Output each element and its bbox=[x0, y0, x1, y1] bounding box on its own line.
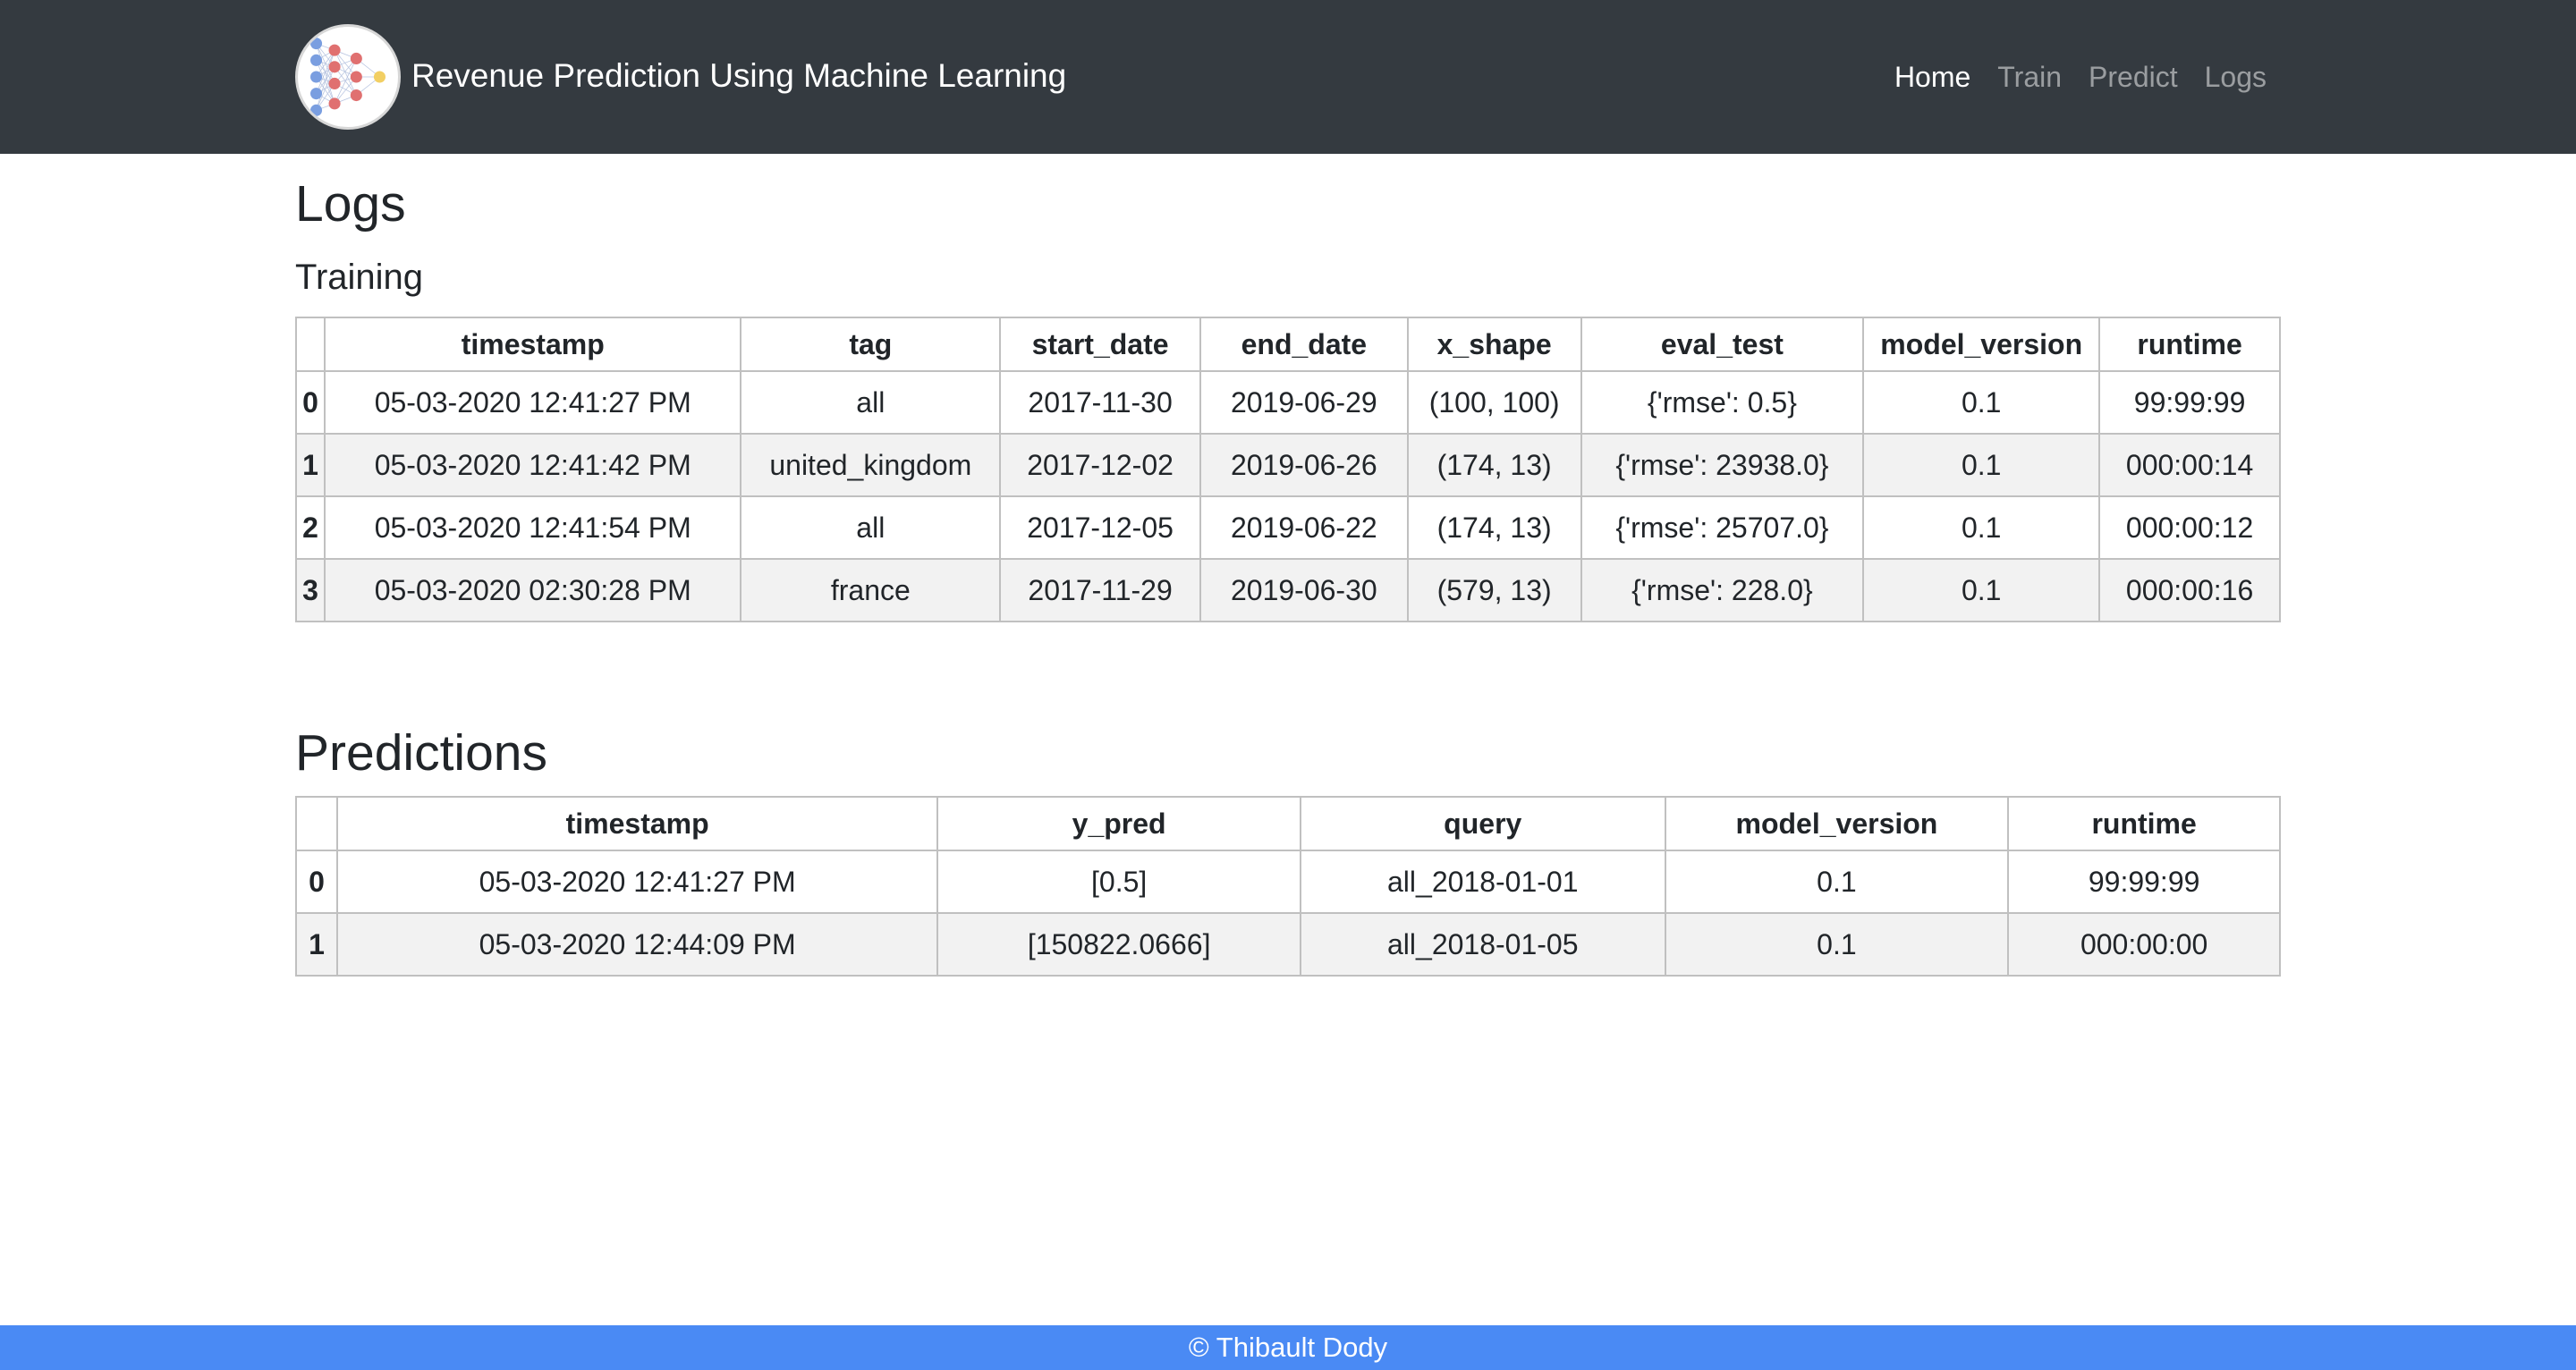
table-cell: 05-03-2020 12:41:27 PM bbox=[323, 370, 742, 435]
table-cell: 0.1 bbox=[1862, 433, 2101, 497]
table-cell: 2017-12-02 bbox=[999, 433, 1201, 497]
table-cell: 2019-06-22 bbox=[1199, 495, 1409, 560]
column-header: start_date bbox=[999, 317, 1201, 372]
table-cell: all_2018-01-05 bbox=[1299, 912, 1666, 977]
column-header: timestamp bbox=[335, 796, 939, 851]
navbar: Revenue Prediction Using Machine Learnin… bbox=[0, 0, 2576, 154]
table-cell: all bbox=[740, 370, 1002, 435]
column-header: runtime bbox=[2098, 317, 2281, 372]
table-cell: {'rmse': 23938.0} bbox=[1580, 433, 1865, 497]
table-cell: {'rmse': 0.5} bbox=[1580, 370, 1865, 435]
table-row: 0 05-03-2020 12:41:27 PM all 2017-11-30 … bbox=[295, 370, 2281, 435]
row-index: 1 bbox=[295, 433, 326, 497]
table-cell: 2017-11-29 bbox=[999, 558, 1201, 622]
table-row: 1 05-03-2020 12:41:42 PM united_kingdom … bbox=[295, 433, 2281, 497]
table-cell: france bbox=[740, 558, 1002, 622]
table-header-row: timestamp tag start_date end_date x_shap… bbox=[295, 317, 2281, 372]
table-row: 0 05-03-2020 12:41:27 PM [0.5] all_2018-… bbox=[295, 850, 2281, 914]
table-cell: 05-03-2020 02:30:28 PM bbox=[323, 558, 742, 622]
table-cell: 0.1 bbox=[1862, 558, 2101, 622]
table-cell: 99:99:99 bbox=[2098, 370, 2281, 435]
table-cell: (100, 100) bbox=[1406, 370, 1582, 435]
table-cell: {'rmse': 25707.0} bbox=[1580, 495, 1865, 560]
nav-train-link[interactable]: Train bbox=[1984, 59, 2075, 95]
column-header: query bbox=[1299, 796, 1666, 851]
brand-link[interactable]: Revenue Prediction Using Machine Learnin… bbox=[295, 23, 1066, 131]
footer-copyright: © Thibault Dody bbox=[1188, 1332, 1388, 1363]
table-row: 2 05-03-2020 12:41:54 PM all 2017-12-05 … bbox=[295, 495, 2281, 560]
table-cell: 2017-12-05 bbox=[999, 495, 1201, 560]
table-cell: 2019-06-29 bbox=[1199, 370, 1409, 435]
table-cell: 05-03-2020 12:44:09 PM bbox=[335, 912, 939, 977]
table-cell: 0.1 bbox=[1664, 850, 2010, 914]
table-cell: 05-03-2020 12:41:27 PM bbox=[335, 850, 939, 914]
table-cell: 000:00:16 bbox=[2098, 558, 2281, 622]
nav-logs-link[interactable]: Logs bbox=[2191, 59, 2267, 95]
column-header: runtime bbox=[2007, 796, 2281, 851]
table-cell: 05-03-2020 12:41:42 PM bbox=[323, 433, 742, 497]
table-cell: {'rmse': 228.0} bbox=[1580, 558, 1865, 622]
column-header: eval_test bbox=[1580, 317, 1865, 372]
column-header: y_pred bbox=[936, 796, 1301, 851]
column-header: model_version bbox=[1862, 317, 2101, 372]
nav-home-link[interactable]: Home bbox=[1881, 59, 1984, 95]
table-cell: all_2018-01-01 bbox=[1299, 850, 1666, 914]
table-cell: 2017-11-30 bbox=[999, 370, 1201, 435]
training-section-title: Training bbox=[295, 258, 424, 297]
table-cell: 2019-06-26 bbox=[1199, 433, 1409, 497]
row-index: 1 bbox=[295, 912, 338, 977]
table-cell: 0.1 bbox=[1664, 912, 2010, 977]
table-cell: 000:00:14 bbox=[2098, 433, 2281, 497]
row-index: 2 bbox=[295, 495, 326, 560]
training-log-table: timestamp tag start_date end_date x_shap… bbox=[295, 317, 2281, 622]
table-cell: 99:99:99 bbox=[2007, 850, 2281, 914]
column-header: tag bbox=[740, 317, 1002, 372]
table-cell: (174, 13) bbox=[1406, 433, 1582, 497]
table-cell: (579, 13) bbox=[1406, 558, 1582, 622]
table-cell: 0.1 bbox=[1862, 370, 2101, 435]
table-cell: 0.1 bbox=[1862, 495, 2101, 560]
table-cell: all bbox=[740, 495, 1002, 560]
column-header: timestamp bbox=[323, 317, 742, 372]
table-cell: 2019-06-30 bbox=[1199, 558, 1409, 622]
table-cell: 05-03-2020 12:41:54 PM bbox=[323, 495, 742, 560]
table-cell: 000:00:12 bbox=[2098, 495, 2281, 560]
brand-title: Revenue Prediction Using Machine Learnin… bbox=[411, 56, 1067, 94]
row-index: 0 bbox=[295, 370, 326, 435]
predictions-log-table: timestamp y_pred query model_version run… bbox=[295, 796, 2281, 977]
table-cell: [150822.0666] bbox=[936, 912, 1301, 977]
column-header: end_date bbox=[1199, 317, 1409, 372]
nav-links: Home Train Predict Logs bbox=[1881, 59, 2267, 95]
table-cell: united_kingdom bbox=[740, 433, 1002, 497]
table-cell: (174, 13) bbox=[1406, 495, 1582, 560]
neural-network-logo-icon bbox=[295, 24, 401, 130]
row-index: 3 bbox=[295, 558, 326, 622]
predictions-section-title: Predictions bbox=[295, 724, 547, 782]
table-row: 3 05-03-2020 02:30:28 PM france 2017-11-… bbox=[295, 558, 2281, 622]
column-header: model_version bbox=[1664, 796, 2010, 851]
nav-predict-link[interactable]: Predict bbox=[2075, 59, 2191, 95]
table-cell: [0.5] bbox=[936, 850, 1301, 914]
page-title: Logs bbox=[295, 175, 406, 233]
table-row: 1 05-03-2020 12:44:09 PM [150822.0666] a… bbox=[295, 912, 2281, 977]
row-index: 0 bbox=[295, 850, 338, 914]
column-header: x_shape bbox=[1406, 317, 1582, 372]
table-cell: 000:00:00 bbox=[2007, 912, 2281, 977]
column-header bbox=[295, 796, 338, 851]
table-header-row: timestamp y_pred query model_version run… bbox=[295, 796, 2281, 851]
column-header bbox=[295, 317, 326, 372]
footer: © Thibault Dody bbox=[0, 1325, 2576, 1370]
